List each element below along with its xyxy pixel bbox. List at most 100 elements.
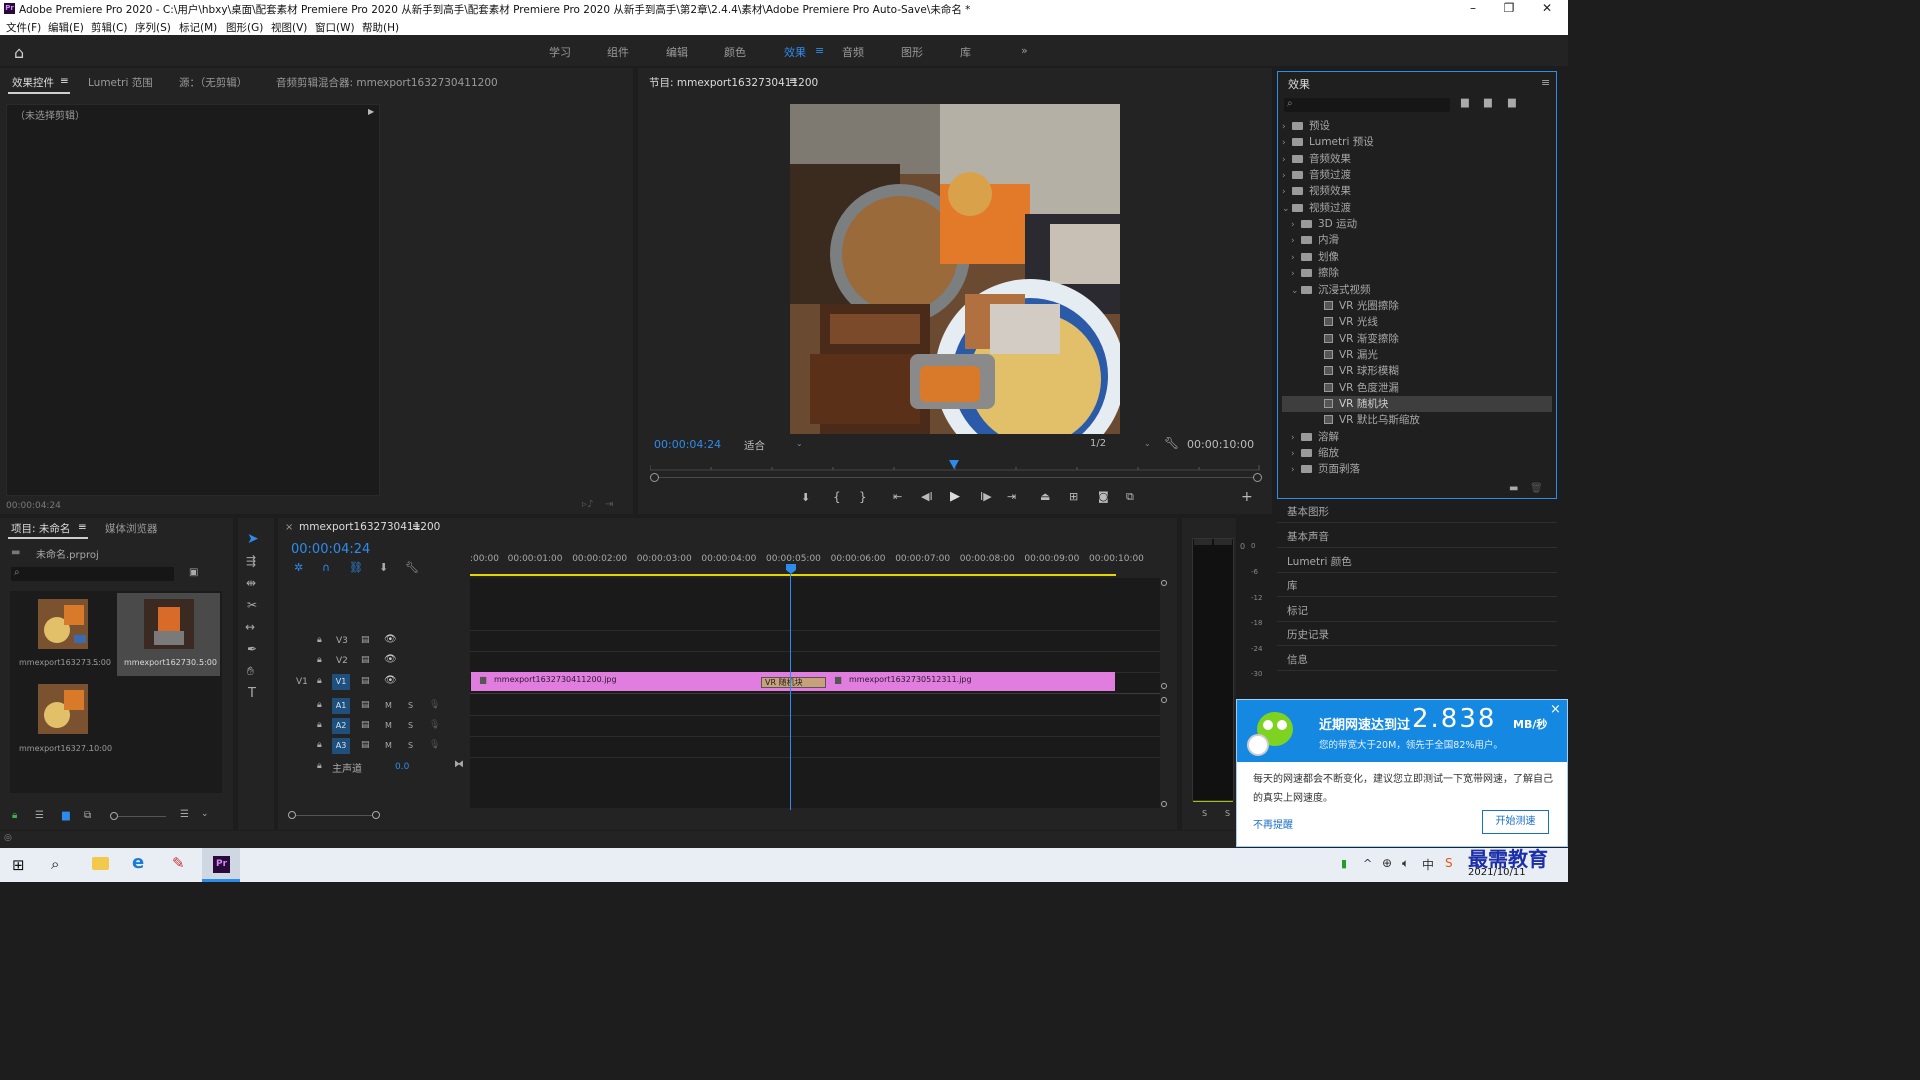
- solo-button[interactable]: S: [408, 721, 413, 730]
- timeline-zoom-track[interactable]: [296, 815, 372, 816]
- workspace-assembly[interactable]: 组件: [607, 44, 629, 60]
- zoom-handle-left[interactable]: [650, 473, 659, 482]
- paint-app-icon[interactable]: ✎: [172, 854, 185, 872]
- list-view-icon[interactable]: ☰: [35, 810, 44, 821]
- mic-icon[interactable]: 🎙︎: [429, 700, 440, 710]
- collapsed-chevron-icon[interactable]: ›: [1291, 449, 1301, 459]
- vertical-zoom-handle[interactable]: [1161, 697, 1167, 703]
- effect-folder[interactable]: › 溶解: [1282, 429, 1552, 445]
- menu-view[interactable]: 视图(V): [271, 20, 307, 35]
- extract-icon[interactable]: ⊞: [1069, 490, 1078, 503]
- 32bit-effects-icon[interactable]: ▆: [1484, 97, 1492, 108]
- collapsed-chevron-icon[interactable]: ›: [1291, 269, 1301, 279]
- panel-menu-icon[interactable]: ≡: [1541, 76, 1550, 89]
- mute-button[interactable]: M: [385, 701, 392, 710]
- zoom-slider-handle[interactable]: [110, 812, 118, 820]
- solo-button[interactable]: S: [408, 701, 413, 710]
- effect-folder[interactable]: ⌄ 视频过渡: [1282, 200, 1552, 216]
- go-to-out-icon[interactable]: ⇥: [1007, 490, 1016, 503]
- freeform-view-icon[interactable]: ⧉: [84, 810, 91, 821]
- effect-item[interactable]: VR 默比乌斯缩放: [1282, 412, 1552, 428]
- icon-view-icon[interactable]: ▆: [62, 810, 70, 821]
- menu-edit[interactable]: 编辑(E): [48, 20, 84, 35]
- lock-icon[interactable]: 🔒︎: [317, 655, 322, 665]
- sort-chevron-icon[interactable]: ⌄: [201, 809, 209, 819]
- fit-dropdown[interactable]: 适合: [744, 438, 765, 453]
- close-sequence-icon[interactable]: ×: [285, 522, 293, 533]
- workspace-color[interactable]: 颜色: [724, 44, 746, 60]
- source-patch-v1[interactable]: V1: [296, 677, 308, 687]
- track-label-v1[interactable]: V1: [332, 674, 350, 690]
- yuv-effects-icon[interactable]: ▆: [1508, 97, 1516, 108]
- tray-volume-icon[interactable]: 🔈︎: [1402, 856, 1409, 871]
- ripple-edit-tool-icon[interactable]: ⇹: [246, 576, 256, 590]
- collapsed-chevron-icon[interactable]: ›: [1282, 155, 1292, 165]
- workspace-effects[interactable]: 效果: [784, 44, 806, 60]
- timeline-timecode[interactable]: 00:00:04:24: [291, 542, 370, 557]
- fit-dropdown-chevron-icon[interactable]: ⌄: [796, 439, 803, 448]
- sync-lock-icon[interactable]: ▤: [361, 720, 370, 730]
- lock-icon[interactable]: 🔒︎: [317, 676, 322, 686]
- effects-search-input[interactable]: ⌕: [1284, 98, 1450, 112]
- close-icon[interactable]: ✕: [1532, 1, 1562, 15]
- lift-icon[interactable]: ⏏: [1040, 490, 1050, 503]
- accelerated-effects-icon[interactable]: ▆: [1461, 97, 1469, 108]
- linked-selection-icon[interactable]: ⛓︎: [349, 561, 363, 574]
- nest-sequence-icon[interactable]: ✲: [294, 561, 303, 574]
- mark-out-icon[interactable]: }: [859, 490, 867, 504]
- sort-icon[interactable]: ☰: [180, 809, 189, 820]
- eye-icon[interactable]: 👁︎: [384, 634, 397, 645]
- program-frame-image[interactable]: [790, 104, 1120, 434]
- track-label-a2[interactable]: A2: [332, 718, 350, 734]
- export-icon[interactable]: ⇥: [605, 499, 613, 510]
- collapsed-chevron-icon[interactable]: ›: [1282, 138, 1292, 148]
- meter-solo-left[interactable]: S: [1202, 809, 1207, 818]
- new-bin-icon[interactable]: ▬: [1509, 483, 1518, 494]
- vertical-zoom-handle[interactable]: [1161, 801, 1167, 807]
- step-forward-icon[interactable]: I▶: [980, 490, 992, 503]
- eye-icon[interactable]: 👁︎: [384, 675, 397, 686]
- program-playhead-timecode[interactable]: 00:00:04:24: [654, 438, 721, 451]
- master-volume-value[interactable]: 0.0: [395, 762, 409, 772]
- delete-icon[interactable]: 🗑︎: [1530, 483, 1543, 494]
- add-button-icon[interactable]: +: [1241, 489, 1253, 505]
- tray-network-icon[interactable]: ⊕: [1382, 856, 1392, 870]
- home-icon[interactable]: ⌂: [14, 43, 24, 62]
- effect-folder[interactable]: › Lumetri 预设: [1282, 134, 1552, 150]
- effect-item[interactable]: VR 光线: [1282, 314, 1552, 330]
- panel-menu-icon[interactable]: ≡: [789, 75, 798, 87]
- popup-close-icon[interactable]: ×: [1550, 702, 1561, 717]
- play-icon[interactable]: ▶: [950, 489, 960, 504]
- tab-audio-clip-mixer[interactable]: 音频剪辑混合器: mmexport1632730411200: [276, 75, 498, 90]
- tray-ime-icon[interactable]: 中: [1422, 856, 1434, 873]
- side-panel-essential-graphics[interactable]: 基本图形: [1287, 504, 1329, 519]
- program-zoom-scrollbar[interactable]: [654, 477, 1258, 478]
- effect-item[interactable]: VR 色度泄漏: [1282, 380, 1552, 396]
- project-item-selected[interactable]: mmexport162730... 5:00: [117, 593, 220, 676]
- add-marker-icon[interactable]: ⬇: [801, 491, 810, 504]
- effect-folder[interactable]: › 擦除: [1282, 265, 1552, 281]
- hand-tool-icon[interactable]: ✋︎: [247, 664, 254, 679]
- lock-icon[interactable]: 🔒︎: [317, 720, 322, 730]
- side-panel-libraries[interactable]: 库: [1287, 578, 1298, 593]
- effect-item[interactable]: VR 随机块: [1282, 395, 1552, 412]
- solo-button[interactable]: S: [408, 741, 413, 750]
- start-windows-icon[interactable]: ⊞: [12, 856, 25, 874]
- tab-media-browser[interactable]: 媒体浏览器: [105, 521, 158, 536]
- expand-arrow-icon[interactable]: ▶: [368, 107, 374, 116]
- add-marker-icon[interactable]: ⬇: [379, 561, 388, 574]
- menu-file[interactable]: 文件(F): [6, 20, 41, 35]
- effect-folder[interactable]: › 音频效果: [1282, 151, 1552, 167]
- track-select-tool-icon[interactable]: ⇶: [246, 554, 256, 568]
- panel-menu-icon[interactable]: ≡: [60, 75, 69, 87]
- work-area-bar[interactable]: [470, 574, 1116, 576]
- effect-folder[interactable]: › 预设: [1282, 118, 1552, 134]
- search-icon[interactable]: ⌕: [51, 855, 59, 873]
- collapsed-chevron-icon[interactable]: ›: [1282, 122, 1292, 132]
- razor-tool-icon[interactable]: ✂: [247, 598, 257, 612]
- workspace-menu-icon[interactable]: ≡: [815, 44, 824, 57]
- sync-lock-icon[interactable]: ▤: [361, 740, 370, 750]
- start-test-button[interactable]: 开始测速: [1482, 810, 1549, 834]
- restore-icon[interactable]: ❐: [1494, 1, 1524, 15]
- tab-source[interactable]: 源：（无剪辑）: [179, 75, 247, 90]
